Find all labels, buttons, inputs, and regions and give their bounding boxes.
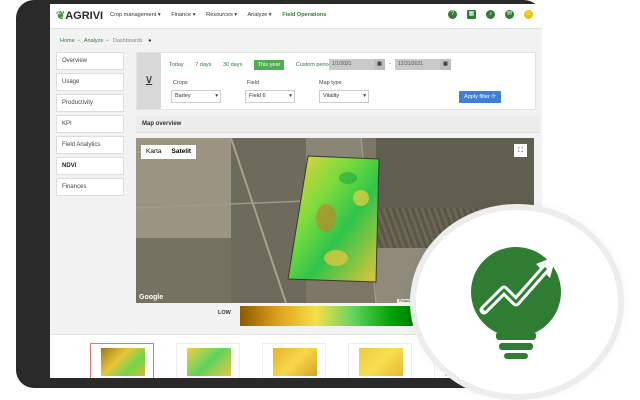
nav-field-operations[interactable]: Field Operations — [282, 12, 326, 18]
bell-icon[interactable]: ♪ — [486, 10, 495, 19]
toggle-karta[interactable]: Karta — [141, 145, 167, 159]
lightbulb-growth-icon — [471, 247, 561, 359]
period-custom[interactable]: Custom period — [296, 62, 332, 68]
breadcrumb-current: Dashboards — [112, 38, 143, 44]
crops-select[interactable]: Barley ▾ — [171, 90, 221, 103]
calendar-icon[interactable]: ▦ — [467, 10, 476, 19]
map-type-toggle: Karta Satelit — [141, 145, 197, 159]
date-from-calendar-icon[interactable]: ▦ — [374, 59, 385, 70]
date-separator: - — [389, 61, 391, 67]
sidebar-item-field-analytics[interactable]: Field Analytics — [56, 136, 124, 154]
nav-resources[interactable]: Resources ▾ — [206, 12, 237, 18]
chevron-down-icon: ▾ — [289, 93, 292, 99]
chevron-down-icon: ▾ — [215, 93, 218, 99]
field-select[interactable]: Field 6 ▾ — [245, 90, 295, 103]
sidebar-item-kpi[interactable]: KPI — [56, 115, 124, 133]
breadcrumb-home[interactable]: Home — [60, 38, 75, 44]
map-overview-header: Map overview — [136, 116, 540, 133]
date-from-input[interactable]: 1/1/2021 — [329, 59, 374, 70]
filter-panel: ⊻ Today 7 days 30 days This year Custom … — [136, 52, 536, 110]
date-to-calendar-icon[interactable]: ▦ — [440, 59, 451, 70]
sidebar-item-productivity[interactable]: Productivity — [56, 94, 124, 112]
filter-clear-icon[interactable]: ⊻ — [137, 53, 161, 109]
legend-low-label: LOW — [218, 310, 231, 316]
period-today[interactable]: Today — [169, 62, 184, 68]
ndvi-thumbnail[interactable] — [90, 343, 154, 378]
user-avatar-icon[interactable]: ☺ — [524, 10, 533, 19]
toggle-satelit[interactable]: Satelit — [167, 145, 197, 159]
ndvi-thumbnail[interactable] — [348, 343, 412, 378]
breadcrumb-analyze[interactable]: Analyze — [84, 38, 104, 44]
agrivi-logo[interactable]: ❦AGRIVI — [56, 9, 103, 22]
sidebar-item-ndvi[interactable]: NDVI — [56, 157, 124, 175]
period-7-days[interactable]: 7 days — [195, 62, 211, 68]
sidebar-item-overview[interactable]: Overview — [56, 52, 124, 70]
dashboard-sidebar: Overview Usage Productivity KPI Field An… — [56, 52, 124, 199]
chevron-down-icon: ▾ — [363, 93, 366, 99]
period-selector: Today 7 days 30 days This year Custom pe… — [169, 60, 342, 70]
ndvi-thumbnail[interactable] — [176, 343, 240, 378]
sidebar-item-usage[interactable]: Usage — [56, 73, 124, 91]
nav-crop-management[interactable]: Crop management ▾ — [110, 12, 161, 18]
fullscreen-icon[interactable]: ⛶ — [514, 144, 527, 157]
info-icon[interactable]: ● — [148, 38, 151, 44]
ndvi-color-legend — [240, 306, 430, 326]
sidebar-item-finances[interactable]: Finances — [56, 178, 124, 196]
top-navigation-bar: ❦AGRIVI Crop management ▾ Finance ▾ Reso… — [50, 4, 542, 29]
period-this-year[interactable]: This year — [253, 60, 285, 70]
breadcrumb: Home • Analyze • Dashboards ● — [60, 38, 152, 44]
period-30-days[interactable]: 30 days — [223, 62, 242, 68]
refresh-icon: ⟳ — [491, 94, 496, 100]
growth-lightbulb-badge — [416, 210, 618, 394]
nav-analyze[interactable]: Analyze ▾ — [247, 12, 271, 18]
field-label: Field — [247, 80, 259, 86]
map-type-select[interactable]: Vitality ▾ — [319, 90, 369, 103]
google-logo: Google — [139, 294, 164, 301]
apply-filter-button[interactable]: Apply filter ⟳ — [459, 91, 501, 103]
main-menu: Crop management ▾ Finance ▾ Resources ▾ … — [110, 12, 335, 18]
date-to-input[interactable]: 12/31/2021 — [395, 59, 440, 70]
ndvi-thumbnail[interactable] — [262, 343, 326, 378]
crops-label: Crops — [173, 80, 188, 86]
nav-finance[interactable]: Finance ▾ — [171, 12, 195, 18]
chat-icon[interactable]: ✉ — [505, 10, 514, 19]
help-icon[interactable]: ? — [448, 10, 457, 19]
map-type-label: Map type — [319, 80, 342, 86]
